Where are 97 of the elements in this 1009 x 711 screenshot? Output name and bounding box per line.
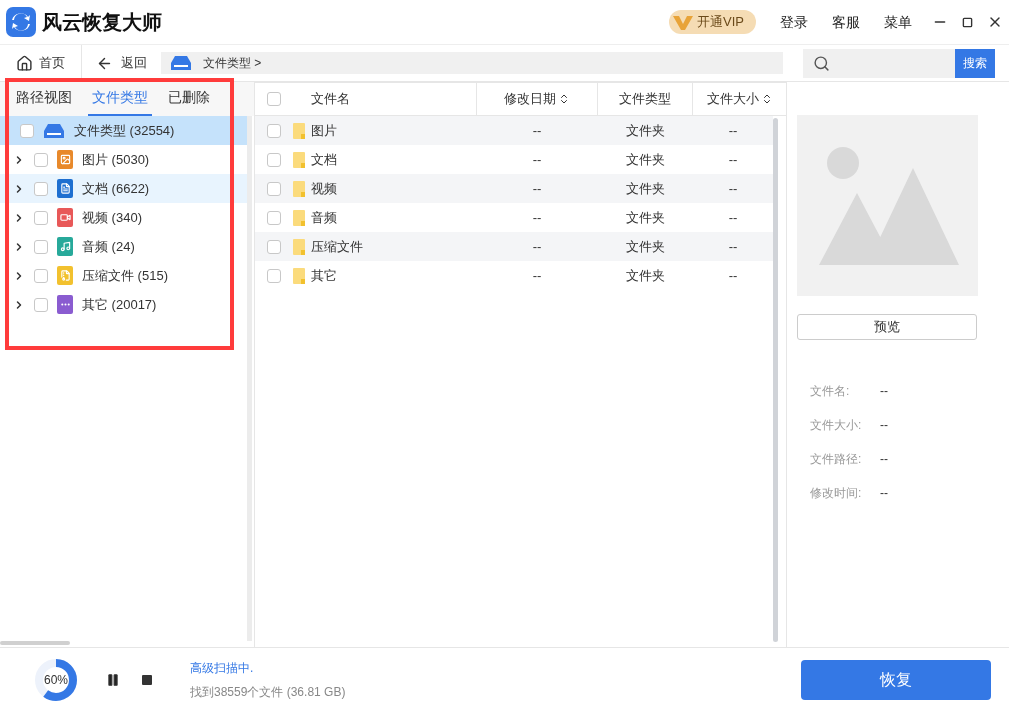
- size-cell-text: --: [727, 237, 739, 256]
- date-cell-text: --: [531, 179, 543, 198]
- file-name-cell-text: 压缩文件: [311, 237, 363, 256]
- folder-icon: [293, 122, 305, 139]
- app-logo-icon: [6, 7, 36, 37]
- tree-label: 音频 (24): [82, 237, 135, 256]
- view-tab[interactable]: 已删除: [164, 87, 214, 116]
- checkbox[interactable]: [267, 210, 281, 225]
- search-field[interactable]: [803, 48, 955, 78]
- vip-button[interactable]: 开通VIP: [669, 10, 756, 34]
- tree-label: 视频 (340): [82, 208, 142, 227]
- size-cell-text: --: [727, 179, 739, 198]
- info-label: 文件大小:: [810, 417, 863, 434]
- search-icon: [813, 54, 830, 72]
- tree-label: 其它 (20017): [82, 295, 157, 314]
- tree-row[interactable]: 图片 (5030): [0, 145, 247, 174]
- progress-reading: 60%: [43, 671, 69, 689]
- info-value: --: [880, 383, 888, 400]
- size-cell-text: --: [727, 266, 739, 285]
- size-cell-text: --: [727, 208, 739, 227]
- checkbox[interactable]: [34, 210, 48, 225]
- path-text: 文件类型 >: [203, 55, 262, 72]
- tree-row[interactable]: 视频 (340): [0, 203, 247, 232]
- date-cell-text: --: [531, 208, 543, 227]
- home-icon: [16, 54, 33, 72]
- preview-button[interactable]: 预览: [797, 314, 977, 340]
- tree-label: 文件类型 (32554): [74, 121, 175, 140]
- checkbox[interactable]: [34, 239, 48, 254]
- menu-button[interactable]: 客服: [832, 11, 860, 33]
- scan-status: 高级扫描中.: [190, 659, 255, 677]
- back-button[interactable]: 返回: [82, 45, 161, 81]
- type-cell-text: 文件夹: [625, 121, 666, 140]
- date-cell-text: --: [531, 266, 543, 285]
- view-tab[interactable]: 路径视图: [12, 87, 76, 116]
- checkbox[interactable]: [267, 152, 281, 167]
- size-cell-text: --: [727, 121, 739, 140]
- type-cell-text: 文件夹: [625, 179, 666, 198]
- tree-row[interactable]: 压缩文件 (515): [0, 261, 247, 290]
- size-cell-text: --: [727, 150, 739, 169]
- tree-row[interactable]: 文件类型 (32554): [0, 116, 247, 145]
- tree-label: 文档 (6622): [82, 179, 150, 198]
- maximize-icon[interactable]: [962, 16, 973, 28]
- column-header: 文件类型: [619, 90, 672, 109]
- tree-label: 图片 (5030): [82, 150, 150, 169]
- image-placeholder-icon: [796, 115, 978, 296]
- info-value: --: [880, 485, 888, 502]
- checkbox[interactable]: [267, 239, 281, 254]
- info-label: 文件路径:: [810, 451, 863, 468]
- tree-row[interactable]: 文档 (6622): [0, 174, 247, 203]
- recover-button[interactable]: 恢复: [801, 659, 991, 700]
- type-cell-text: 文件夹: [625, 266, 666, 285]
- checkbox[interactable]: [34, 268, 48, 283]
- info-value: --: [880, 417, 888, 434]
- tree-row[interactable]: 其它 (20017): [0, 290, 247, 319]
- tree-label: 压缩文件 (515): [82, 266, 168, 285]
- found-count: 找到38559个文件 (36.81 GB): [190, 683, 346, 701]
- stop-icon[interactable]: [142, 674, 152, 685]
- file-name-cell-text: 图片: [311, 121, 337, 140]
- pause-icon[interactable]: [106, 672, 120, 687]
- checkbox[interactable]: [267, 181, 281, 196]
- info-label: 修改时间:: [810, 485, 863, 502]
- column-header[interactable]: 文件大小: [706, 89, 759, 109]
- info-value: --: [880, 451, 888, 468]
- tree-row[interactable]: 音频 (24): [0, 232, 247, 261]
- search-button[interactable]: 搜索: [955, 48, 995, 78]
- drive-icon: [171, 56, 191, 70]
- checkbox[interactable]: [34, 181, 48, 196]
- file-name-cell-text: 音频: [311, 208, 337, 227]
- checkbox[interactable]: [267, 268, 281, 283]
- info-label: 文件名:: [810, 383, 851, 400]
- type-cell-text: 文件夹: [625, 237, 666, 256]
- checkbox[interactable]: [20, 123, 34, 138]
- drive-icon: [44, 123, 64, 138]
- date-cell-text: --: [531, 121, 543, 140]
- column-header[interactable]: 修改日期: [503, 89, 556, 109]
- checkbox[interactable]: [34, 152, 48, 167]
- file-name-cell-text: 视频: [311, 179, 337, 198]
- app-title: 风云恢复大师: [42, 10, 162, 35]
- v-logo-icon: [673, 14, 694, 30]
- date-cell-text: --: [531, 237, 543, 256]
- checkbox[interactable]: [34, 297, 48, 312]
- folder-icon: [293, 151, 305, 168]
- home-button[interactable]: 首页: [0, 45, 82, 81]
- column-header: 文件名: [311, 90, 350, 109]
- date-cell-text: --: [531, 150, 543, 169]
- menu-button[interactable]: 登录: [780, 11, 808, 33]
- type-cell-text: 文件夹: [625, 208, 666, 227]
- type-cell-text: 文件夹: [625, 150, 666, 169]
- folder-icon: [293, 267, 305, 284]
- folder-icon: [293, 209, 305, 226]
- menu-button[interactable]: 菜单: [884, 11, 912, 33]
- file-name-cell-text: 文档: [311, 150, 337, 169]
- checkbox[interactable]: [267, 92, 281, 106]
- checkbox[interactable]: [267, 123, 281, 138]
- folder-icon: [293, 180, 305, 197]
- file-name-cell-text: 其它: [311, 266, 337, 285]
- folder-icon: [293, 238, 305, 255]
